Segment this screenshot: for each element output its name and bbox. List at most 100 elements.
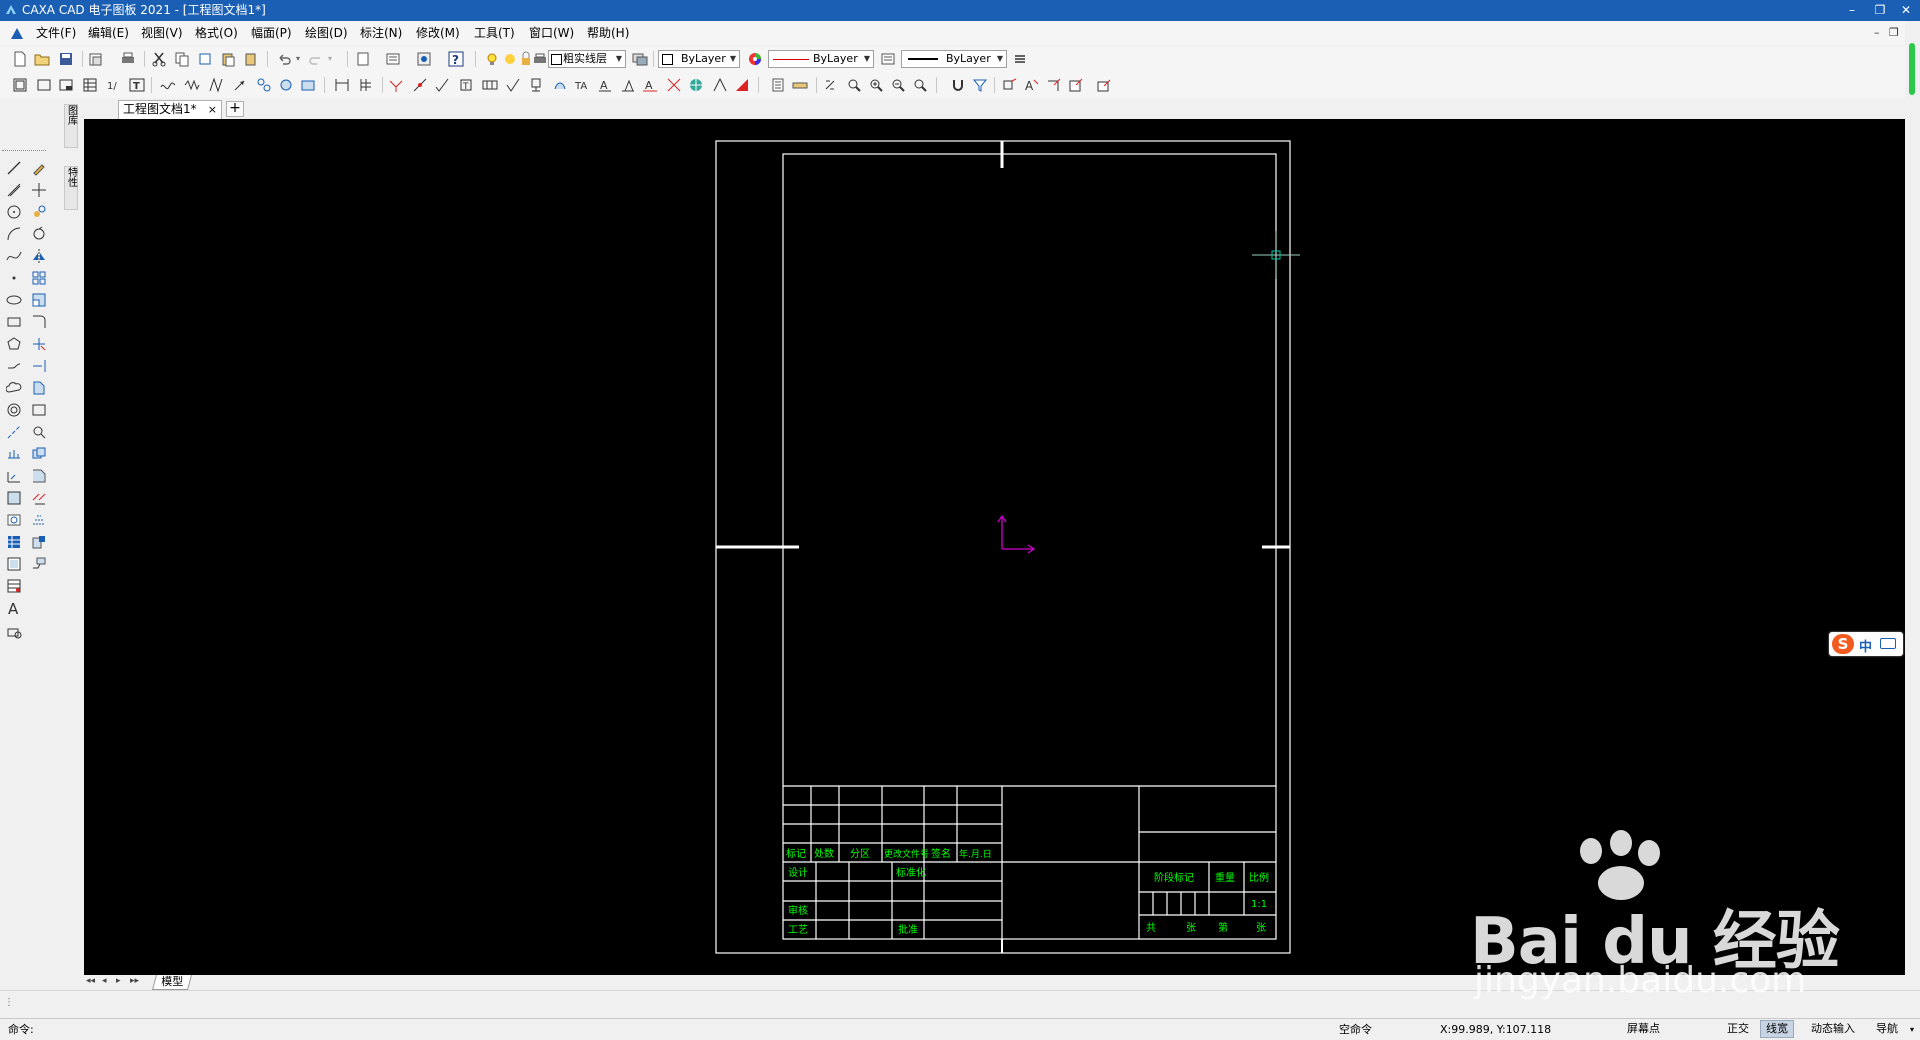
undo-dropdown-icon[interactable]: ▾ bbox=[296, 54, 300, 63]
donut-icon[interactable] bbox=[6, 402, 22, 418]
doc-tab-close-icon[interactable]: × bbox=[208, 101, 217, 118]
linetype-dropdown[interactable]: ByLayer ▼ bbox=[768, 50, 874, 68]
properties-panel-icon[interactable] bbox=[770, 77, 786, 93]
layer-on-icon[interactable] bbox=[484, 51, 500, 67]
zoom-object-icon[interactable] bbox=[31, 424, 47, 440]
view-frame-icon[interactable] bbox=[6, 556, 22, 572]
spline-icon[interactable] bbox=[160, 77, 176, 93]
undo-icon[interactable] bbox=[276, 51, 292, 67]
extend-icon[interactable] bbox=[31, 358, 47, 374]
text-draw-icon[interactable]: A bbox=[6, 600, 22, 616]
scrollbar-thumb[interactable] bbox=[1909, 43, 1915, 95]
intersection-icon[interactable] bbox=[388, 77, 404, 93]
measure-icon[interactable] bbox=[792, 77, 808, 93]
mirror-icon[interactable] bbox=[31, 248, 47, 264]
angle-icon[interactable] bbox=[434, 77, 450, 93]
close-button[interactable]: ✕ bbox=[1894, 2, 1918, 18]
keyboard-icon[interactable] bbox=[1880, 638, 1896, 649]
help-icon[interactable]: ? bbox=[448, 51, 464, 67]
image-icon[interactable] bbox=[6, 512, 22, 528]
arc-icon[interactable] bbox=[6, 226, 22, 242]
text-icon[interactable]: T bbox=[129, 77, 145, 93]
print-icon[interactable] bbox=[120, 51, 136, 67]
last-sheet-icon[interactable]: ▸▸ bbox=[130, 976, 139, 986]
layer-dropdown[interactable]: 粗实线层 ▼ bbox=[548, 50, 626, 68]
first-sheet-icon[interactable]: ◂◂ bbox=[86, 976, 95, 986]
toolbar-scrollbar[interactable] bbox=[1905, 21, 1920, 121]
polyline-icon[interactable] bbox=[6, 358, 22, 374]
minimize-button[interactable]: – bbox=[1840, 2, 1864, 18]
doc-tab-drawing1[interactable]: 工程图文档1* × bbox=[118, 100, 222, 119]
copy-move-icon[interactable] bbox=[31, 204, 47, 220]
align-icon[interactable] bbox=[712, 77, 728, 93]
parallel-line-icon[interactable] bbox=[6, 182, 22, 198]
attribute-text-icon[interactable]: A bbox=[1024, 77, 1040, 93]
properties-side-tab[interactable]: 特性 bbox=[64, 166, 78, 210]
menu-file[interactable]: 文件(F) bbox=[36, 25, 76, 41]
tolerance-icon[interactable] bbox=[482, 77, 498, 93]
zoom-in-icon[interactable] bbox=[868, 77, 884, 93]
layer-freeze-icon[interactable] bbox=[502, 51, 518, 67]
move-icon[interactable] bbox=[31, 182, 47, 198]
app-menu-icon[interactable] bbox=[9, 25, 25, 41]
command-prompt[interactable]: 命令: bbox=[8, 1022, 34, 1037]
datum-icon[interactable] bbox=[528, 77, 544, 93]
dimension-text-icon[interactable]: T bbox=[458, 77, 474, 93]
base-dimension-icon[interactable] bbox=[334, 77, 350, 93]
globe-icon[interactable] bbox=[688, 77, 704, 93]
tangent-icon[interactable] bbox=[412, 77, 428, 93]
block-attribute-icon[interactable] bbox=[1068, 77, 1084, 93]
spline-draw-icon[interactable] bbox=[6, 248, 22, 264]
align-objects-icon[interactable] bbox=[31, 512, 47, 528]
lengthen-icon[interactable] bbox=[31, 534, 47, 550]
save-icon[interactable] bbox=[58, 51, 74, 67]
break-line-icon[interactable] bbox=[208, 77, 224, 93]
menu-help[interactable]: 帮助(H) bbox=[587, 25, 629, 41]
rotate-icon[interactable] bbox=[31, 226, 47, 242]
menu-dimension[interactable]: 标注(N) bbox=[360, 25, 402, 41]
zoom-window-icon[interactable] bbox=[846, 77, 862, 93]
plot-preview-icon[interactable] bbox=[385, 51, 401, 67]
ime-indicator[interactable]: S 中 bbox=[1829, 632, 1903, 656]
redo-dropdown-icon[interactable]: ▾ bbox=[328, 54, 332, 63]
redo-icon[interactable] bbox=[308, 51, 324, 67]
menu-sheet[interactable]: 幅面(P) bbox=[251, 25, 292, 41]
leader-icon[interactable] bbox=[620, 77, 636, 93]
prev-sheet-icon[interactable]: ◂ bbox=[102, 976, 107, 986]
polygon-icon[interactable] bbox=[6, 336, 22, 352]
pan-icon[interactable] bbox=[822, 77, 838, 93]
offset-icon[interactable] bbox=[31, 402, 47, 418]
magnet-snap-icon[interactable] bbox=[950, 77, 966, 93]
measure-area-icon[interactable] bbox=[6, 624, 22, 640]
center-line-icon[interactable] bbox=[278, 77, 294, 93]
sheet-table-icon[interactable] bbox=[6, 578, 22, 594]
doc-restore-button[interactable]: ❐ bbox=[1889, 26, 1899, 39]
command-area[interactable]: ⋮ bbox=[0, 990, 1920, 1019]
hatch-draw-icon[interactable] bbox=[6, 446, 22, 462]
lineweight-settings-icon[interactable] bbox=[1012, 51, 1028, 67]
filter-icon[interactable] bbox=[972, 77, 988, 93]
component-icon[interactable] bbox=[416, 51, 432, 67]
paste-special-icon[interactable] bbox=[243, 51, 259, 67]
copy-with-base-icon[interactable] bbox=[197, 51, 213, 67]
library-side-tab[interactable]: 图库 bbox=[64, 104, 78, 148]
linetype-manager-icon[interactable] bbox=[880, 51, 896, 67]
menu-format[interactable]: 格式(O) bbox=[195, 25, 238, 41]
wave-line-icon[interactable] bbox=[184, 77, 200, 93]
paste-icon[interactable] bbox=[220, 51, 236, 67]
line-icon[interactable] bbox=[6, 160, 22, 176]
dim-style-icon[interactable]: A bbox=[642, 77, 658, 93]
arrow-icon[interactable] bbox=[232, 77, 248, 93]
dimension-draw-icon[interactable] bbox=[6, 468, 22, 484]
block-draw-icon[interactable] bbox=[6, 490, 22, 506]
frame-icon[interactable] bbox=[36, 77, 52, 93]
ortho-button[interactable]: 正交 bbox=[1722, 1020, 1754, 1038]
zoom-out-icon[interactable] bbox=[890, 77, 906, 93]
model-tab[interactable]: 模型 bbox=[151, 975, 193, 990]
table-icon[interactable] bbox=[6, 534, 22, 550]
ellipse-icon[interactable] bbox=[6, 292, 22, 308]
copy-icon[interactable] bbox=[174, 51, 190, 67]
menu-tools[interactable]: 工具(T) bbox=[474, 25, 515, 41]
dynamic-input-button[interactable]: 动态输入 bbox=[1806, 1020, 1860, 1038]
restore-button[interactable]: ❐ bbox=[1868, 2, 1892, 18]
